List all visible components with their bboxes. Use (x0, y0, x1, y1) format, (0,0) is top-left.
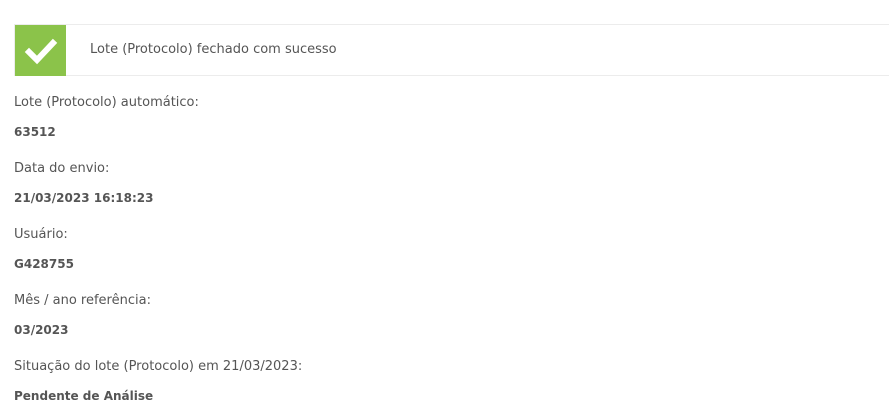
mes-ano-referencia-label: Mês / ano referência: (14, 293, 151, 308)
alert-message: Lote (Protocolo) fechado com sucesso (90, 42, 337, 57)
mes-ano-referencia-value: 03/2023 (14, 323, 69, 337)
check-icon (15, 25, 66, 76)
lote-label: Lote (Protocolo) automático: (14, 95, 199, 110)
data-envio-label: Data do envio: (14, 161, 110, 176)
situacao-lote-value: Pendente de Análise (14, 389, 154, 403)
situacao-lote-label: Situação do lote (Protocolo) em 21/03/20… (14, 359, 303, 374)
data-envio-value: 21/03/2023 16:18:23 (14, 191, 154, 205)
lote-value: 63512 (14, 125, 56, 139)
usuario-value: G428755 (14, 257, 74, 271)
success-alert: Lote (Protocolo) fechado com sucesso (14, 24, 889, 76)
usuario-label: Usuário: (14, 227, 68, 242)
